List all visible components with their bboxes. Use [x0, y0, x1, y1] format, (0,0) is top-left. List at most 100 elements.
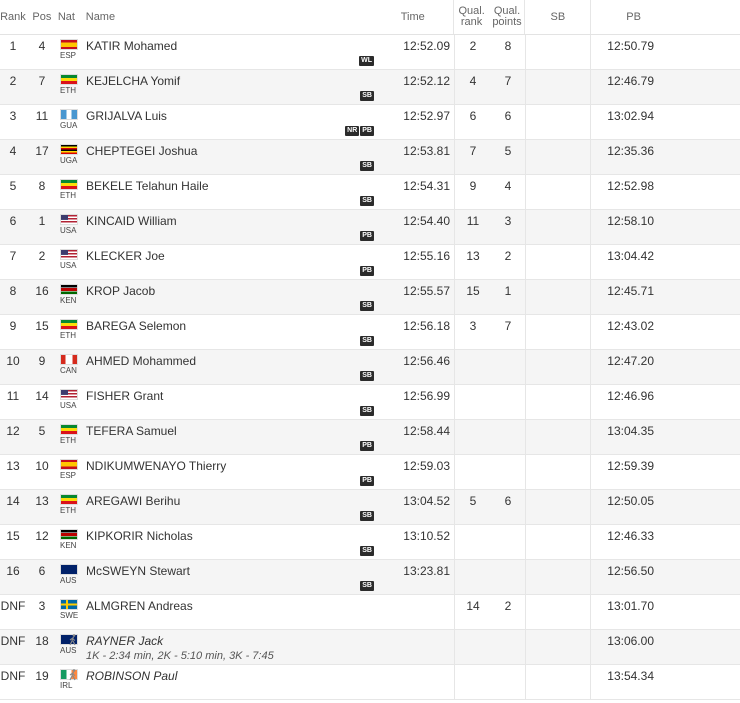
table-row[interactable]: 9 15 ETH BAREGA Selemon SB 12:56.18 3 7 12:43.02 [0, 315, 740, 350]
header-qual-points[interactable]: Qual. points [490, 0, 526, 34]
qual-rank-cell: 11 [466, 214, 480, 228]
athlete-name-link[interactable]: KIPKORIR Nicholas [86, 529, 193, 543]
athlete-name-link[interactable]: TEFERA Samuel [86, 424, 177, 438]
athlete-name-link[interactable]: KINCAID William [86, 214, 177, 228]
table-row[interactable]: DNF 19 IRL ROBINSON Paul 13:54.34 [0, 665, 740, 700]
name-cell: McSWEYN Stewart SB [82, 560, 378, 594]
athlete-name-link[interactable]: FISHER Grant [86, 389, 163, 403]
record-badge: PB [360, 476, 374, 486]
athlete-name-link[interactable]: AREGAWI Berihu [86, 494, 180, 508]
table-row[interactable]: 10 9 CAN AHMED Mohammed SB 12:56.46 12:47.20 [0, 350, 740, 385]
athlete-name-link[interactable]: KLECKER Joe [86, 249, 165, 263]
country-code: ESP [60, 51, 77, 60]
header-qual-points-line2: points [492, 16, 522, 28]
time-cell: 12:59.03 [378, 455, 455, 489]
header-rank[interactable]: Rank [0, 0, 26, 34]
qual-rank-cell: 13 [466, 249, 480, 263]
table-row[interactable]: 11 14 USA FISHER Grant SB 12:56.99 12:46.96 [0, 385, 740, 420]
athlete-name-link[interactable]: AHMED Mohammed [86, 354, 196, 368]
pb-cell: 12:52.98 [607, 179, 654, 193]
pb-cell: 12:46.96 [607, 389, 654, 403]
header-time[interactable]: Time [377, 0, 454, 34]
table-row[interactable]: 16 6 AUS McSWEYN Stewart SB 13:23.81 12:56.50 [0, 560, 740, 595]
athlete-name-link[interactable]: KATIR Mohamed [86, 39, 177, 53]
pos-cell: 1 [38, 214, 46, 228]
table-row[interactable]: DNF 3 SWE ALMGREN Andreas 14 2 13:01.70 [0, 595, 740, 630]
athlete-name-link[interactable]: ROBINSON Paul [86, 669, 177, 683]
table-row[interactable]: 2 7 ETH KEJELCHA Yomif SB 12:52.12 4 7 12:46.79 [0, 70, 740, 105]
pb-cell: 13:54.34 [607, 669, 654, 683]
qual-rank-cell: 2 [469, 39, 477, 53]
athlete-name-link[interactable]: McSWEYN Stewart [86, 564, 190, 578]
athlete-name-link[interactable]: KEJELCHA Yomif [86, 74, 180, 88]
pb-cell: 12:50.79 [607, 39, 654, 53]
flag-icon [60, 319, 78, 330]
table-body: 1 4 ESP KATIR Mohamed WL 12:52.09 2 8 12:50.79 2 7… [0, 35, 740, 700]
sb-cell [526, 385, 591, 419]
pos-cell: 17 [35, 144, 49, 158]
table-row[interactable]: 12 5 ETH TEFERA Samuel PB 12:58.44 13:04.35 [0, 420, 740, 455]
athlete-name-link[interactable]: RAYNER Jack [86, 634, 163, 648]
athlete-name-link[interactable]: ALMGREN Andreas [86, 599, 193, 613]
table-header: Rank Pos Nat Name Time Qual. rank Qual. … [0, 0, 740, 35]
time-cell: 12:58.44 [378, 420, 455, 454]
qual-points-cell [491, 385, 526, 419]
name-cell: FISHER Grant SB [82, 385, 378, 419]
table-row[interactable]: 5 8 ETH BEKELE Telahun Haile SB 12:54.31 9 4 12:… [0, 175, 740, 210]
country-code: UGA [60, 156, 78, 165]
table-row[interactable]: 3 11 GUA GRIJALVA Luis NR PB 12:52.97 6 6 13:02.9… [0, 105, 740, 140]
rank-cell: 1 [9, 39, 17, 53]
header-pb[interactable]: PB [591, 0, 740, 34]
athlete-name-link[interactable]: KROP Jacob [86, 284, 155, 298]
pos-cell: 18 [35, 634, 49, 648]
country-code: SWE [60, 611, 79, 620]
pb-cell: 13:06.00 [607, 634, 654, 648]
table-row[interactable]: 15 12 KEN KIPKORIR Nicholas SB 13:10.52 12:46.… [0, 525, 740, 560]
table-row[interactable]: DNF 18 AUS RAYNER Jack 1K - 2:34 min, 2K - 5… [0, 630, 740, 665]
athlete-name-link[interactable]: BEKELE Telahun Haile [86, 179, 209, 193]
qual-rank-cell [455, 665, 491, 699]
header-sb[interactable]: SB [525, 0, 592, 34]
pos-cell: 16 [35, 284, 49, 298]
name-cell: KLECKER Joe PB [82, 245, 378, 279]
pb-cell: 12:46.33 [607, 529, 654, 543]
rank-cell: DNF [0, 599, 26, 613]
record-badge: WL [359, 56, 374, 66]
pos-cell: 10 [35, 459, 49, 473]
table-row[interactable]: 6 1 USA KINCAID William PB 12:54.40 11 3 12:58.1… [0, 210, 740, 245]
record-badge: SB [360, 406, 374, 416]
time-cell: 12:55.16 [378, 245, 455, 279]
table-row[interactable]: 13 10 ESP NDIKUMWENAYO Thierry PB 12:59.03 12:… [0, 455, 740, 490]
athlete-name-link[interactable]: CHEPTEGEI Joshua [86, 144, 197, 158]
header-nat[interactable]: Nat [58, 0, 82, 34]
record-badges: PB [360, 231, 374, 241]
name-cell: CHEPTEGEI Joshua SB [82, 140, 378, 174]
table-row[interactable]: 1 4 ESP KATIR Mohamed WL 12:52.09 2 8 12:50.79 [0, 35, 740, 70]
time-cell: 12:53.81 [378, 140, 455, 174]
nat-cell: KEN [58, 280, 82, 314]
rank-cell: 2 [9, 74, 17, 88]
record-badges: SB [360, 511, 374, 521]
nat-cell: ESP [58, 455, 82, 489]
athlete-name-link[interactable]: GRIJALVA Luis [86, 109, 167, 123]
record-badges: SB [360, 161, 374, 171]
time-cell: 13:10.52 [378, 525, 455, 559]
athlete-name-link[interactable]: BAREGA Selemon [86, 319, 186, 333]
rank-cell: 9 [9, 319, 17, 333]
country-code: KEN [60, 296, 77, 305]
time-cell: 13:23.81 [378, 560, 455, 594]
header-name[interactable]: Name [82, 0, 377, 34]
pos-cell: 7 [38, 74, 46, 88]
rank-cell: 8 [9, 284, 17, 298]
table-row[interactable]: 7 2 USA KLECKER Joe PB 12:55.16 13 2 13:04.42 [0, 245, 740, 280]
time-cell [378, 665, 455, 699]
header-pos[interactable]: Pos [26, 0, 58, 34]
header-qual-rank[interactable]: Qual. rank [454, 0, 490, 34]
table-row[interactable]: 4 17 UGA CHEPTEGEI Joshua SB 12:53.81 7 5 12:35.… [0, 140, 740, 175]
table-row[interactable]: 8 16 KEN KROP Jacob SB 12:55.57 15 1 12:45.71 [0, 280, 740, 315]
flag-icon [60, 144, 78, 155]
time-cell: 12:55.57 [378, 280, 455, 314]
sb-cell [526, 560, 591, 594]
athlete-name-link[interactable]: NDIKUMWENAYO Thierry [86, 459, 226, 473]
table-row[interactable]: 14 13 ETH AREGAWI Berihu SB 13:04.52 5 6 12:50.0… [0, 490, 740, 525]
